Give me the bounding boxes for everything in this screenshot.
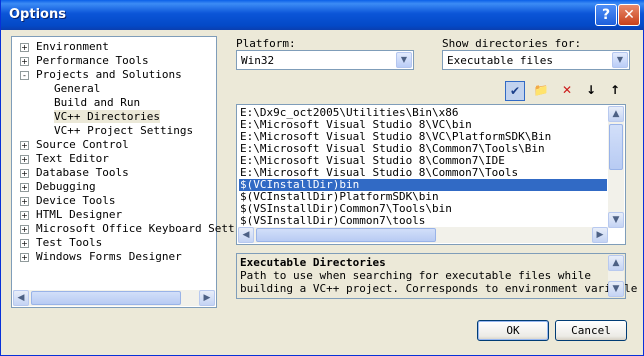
title-bar[interactable]: Options ? ✕ — [1, 0, 644, 30]
options-dialog: Options ? ✕ + Environment + Performance Too… — [0, 0, 644, 356]
tree-horizontal-scrollbar[interactable]: ◀ ▶ — [13, 290, 215, 306]
collapse-icon[interactable]: - — [20, 71, 29, 80]
directory-list[interactable]: E:\Dx9c_oct2005\Utilities\Bin\x86 E:\Micr… — [236, 104, 626, 245]
tree-item[interactable]: + Environment — [12, 40, 216, 54]
expand-icon[interactable]: + — [20, 211, 29, 220]
scroll-down-icon[interactable]: ▼ — [608, 281, 624, 297]
check-icon[interactable]: ✔ — [505, 81, 525, 101]
scroll-thumb[interactable] — [256, 228, 436, 242]
scroll-thumb[interactable] — [609, 124, 623, 170]
tree-item[interactable]: + HTML Designer — [12, 208, 216, 222]
chevron-down-icon[interactable]: ▼ — [396, 52, 412, 68]
description-title: Executable Directories — [240, 256, 386, 269]
new-folder-icon[interactable]: 📁 — [531, 81, 551, 101]
scroll-right-icon[interactable]: ▶ — [592, 227, 608, 243]
tree-item-label: Device Tools — [36, 194, 116, 207]
tree-item-label: Database Tools — [36, 166, 129, 179]
move-up-icon[interactable]: ↑ — [605, 81, 625, 101]
expand-icon[interactable]: + — [20, 183, 29, 192]
expand-icon[interactable]: + — [20, 253, 29, 262]
chevron-down-icon[interactable]: ▼ — [612, 52, 628, 68]
tree-item[interactable]: + Text Editor — [12, 152, 216, 166]
tree-item-label: Text Editor — [36, 152, 109, 165]
expand-icon[interactable]: + — [20, 239, 29, 248]
show-directories-value: Executable files — [447, 54, 553, 67]
expand-icon[interactable]: + — [20, 169, 29, 178]
description-panel: Executable Directories Path to use when … — [236, 253, 637, 299]
tree-item-label: Test Tools — [36, 236, 103, 249]
description-text: building a VC++ project. Corresponds to … — [240, 282, 638, 295]
scroll-up-icon[interactable]: ▲ — [608, 106, 624, 122]
scroll-right-icon[interactable]: ▶ — [199, 290, 215, 306]
tree-item-label: Source Control — [36, 138, 129, 151]
list-vertical-scrollbar[interactable]: ▲ ▼ — [608, 106, 624, 228]
tree-item[interactable]: + Debugging — [12, 180, 216, 194]
window-title: Options — [9, 7, 66, 22]
platform-value: Win32 — [241, 54, 275, 67]
tree-item-label: VC++ Directories — [54, 110, 160, 123]
tree-item-label: Projects and Solutions — [36, 68, 182, 81]
expand-icon[interactable]: + — [20, 155, 29, 164]
tree-item[interactable]: - Projects and Solutions — [12, 68, 216, 82]
expand-icon[interactable]: + — [20, 141, 29, 150]
tree-item[interactable]: + Test Tools — [12, 236, 216, 250]
cancel-button[interactable]: Cancel — [555, 320, 627, 341]
scroll-thumb[interactable] — [31, 291, 181, 305]
directory-item[interactable]: $(VSInstallDir)Common7\tools — [239, 215, 607, 227]
tree-item-label: Microsoft Office Keyboard Sett — [36, 222, 235, 235]
tree-item-label: Debugging — [36, 180, 96, 193]
tree-item[interactable]: + Source Control — [12, 138, 216, 152]
tree-item[interactable]: VC++ Project Settings — [12, 124, 216, 138]
description-text: Path to use when searching for executabl… — [240, 269, 591, 282]
options-tree[interactable]: + Environment + Performance Tools - Projects … — [11, 36, 235, 308]
show-directories-label: Show directories for: — [442, 37, 582, 50]
tree-item[interactable]: + Windows Forms Designer — [12, 250, 216, 264]
move-down-icon[interactable]: ↓ — [581, 81, 601, 101]
ok-button[interactable]: OK — [477, 320, 549, 341]
platform-label: Platform: — [236, 37, 296, 50]
tree-item[interactable]: + Performance Tools — [12, 54, 216, 68]
help-button[interactable]: ? — [595, 4, 617, 26]
tree-item-label: Windows Forms Designer — [36, 250, 182, 263]
tree-item-label: Environment — [36, 40, 109, 53]
tree-item[interactable]: + Device Tools — [12, 194, 216, 208]
delete-icon[interactable]: ✕ — [557, 81, 577, 101]
expand-icon[interactable]: + — [20, 57, 29, 66]
scroll-left-icon[interactable]: ◀ — [13, 290, 29, 306]
tree-item-label: VC++ Project Settings — [54, 124, 194, 137]
expand-icon[interactable]: + — [20, 197, 29, 206]
scroll-up-icon[interactable]: ▲ — [608, 255, 624, 271]
tree-item[interactable]: + Database Tools — [12, 166, 216, 180]
tree-item-label: General — [54, 82, 101, 95]
tree-item-label: HTML Designer — [36, 208, 123, 221]
scroll-down-icon[interactable]: ▼ — [608, 212, 624, 228]
tree-item[interactable]: + Microsoft Office Keyboard Sett — [12, 222, 235, 236]
tree-item[interactable]: General — [12, 82, 216, 96]
description-scrollbar[interactable]: ▲ ▼ — [608, 255, 624, 297]
tree-item[interactable]: Build and Run — [12, 96, 216, 110]
show-directories-select[interactable]: Executable files ▼ — [442, 50, 630, 70]
tree-item-label: Performance Tools — [36, 54, 149, 67]
expand-icon[interactable]: + — [20, 43, 29, 52]
platform-select[interactable]: Win32 ▼ — [236, 50, 414, 70]
expand-icon[interactable]: + — [20, 225, 29, 234]
list-horizontal-scrollbar[interactable]: ◀ ▶ — [238, 227, 608, 243]
tree-item[interactable]: VC++ Directories — [12, 110, 216, 124]
tree-item-label: Build and Run — [54, 96, 141, 109]
scroll-left-icon[interactable]: ◀ — [238, 227, 254, 243]
close-button[interactable]: ✕ — [618, 4, 640, 26]
